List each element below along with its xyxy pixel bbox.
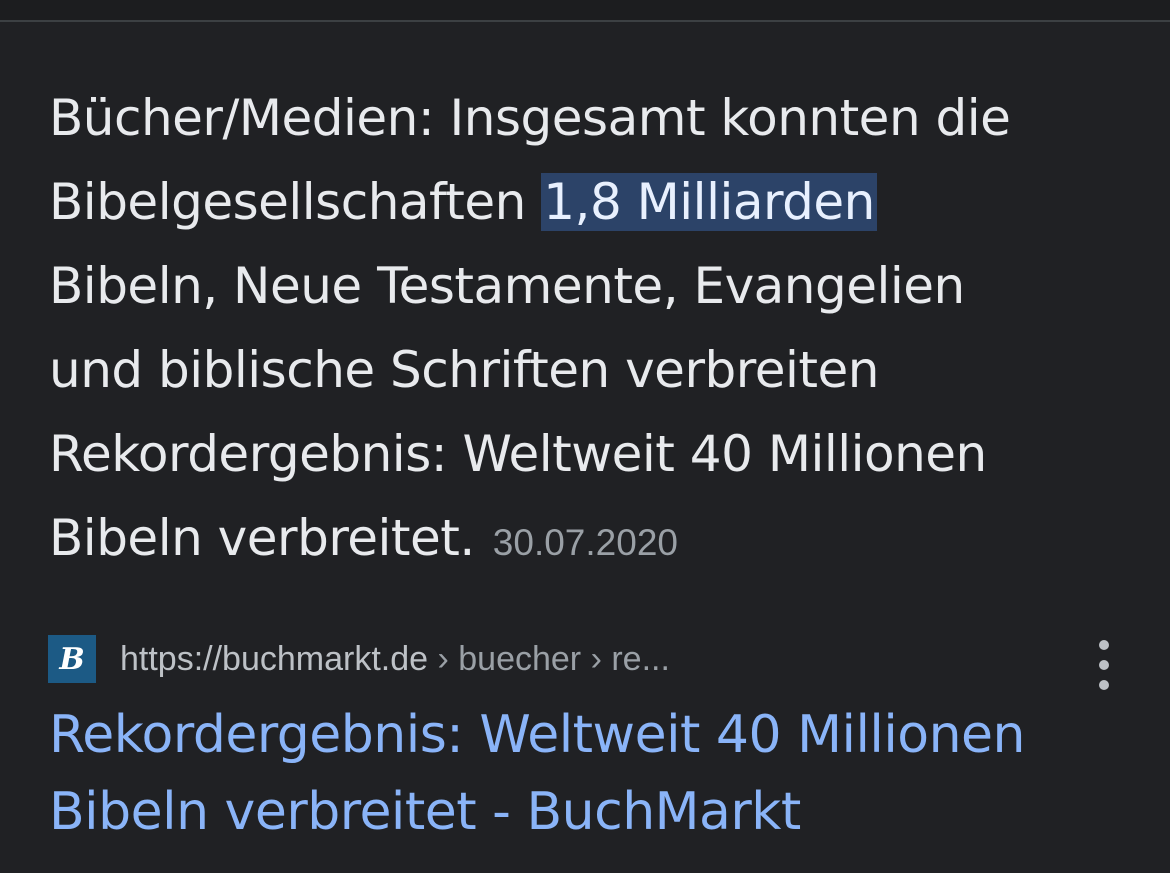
result-title-link[interactable]: Rekordergebnis: Weltweit 40 Millionen Bi… [49,697,1139,851]
snippet-highlight: 1,8 Milliarden [541,173,877,231]
more-vert-icon[interactable] [1089,640,1119,690]
snippet-line: Bücher/Medien: Insgesamt konnten die [49,89,1011,147]
snippet-text: Bibeln verbreitet. [49,509,475,567]
source-row[interactable]: B https://buchmarkt.de › buecher › re... [48,634,670,684]
snippet-line: Rekordergebnis: Weltweit 40 Millionen [49,425,987,483]
dot [1099,680,1109,690]
snippet-text: Bibelgesellschaften [49,173,542,231]
snippet-line: Bibeln, Neue Testamente, Evangelien [49,257,965,315]
top-divider [0,0,1170,22]
snippet-line: Bibelgesellschaften 1,8 Milliarden [49,160,1129,244]
snippet-date: 30.07.2020 [492,522,678,563]
result-title-line: Rekordergebnis: Weltweit 40 Millionen [49,705,1026,765]
source-domain: https://buchmarkt.de [120,639,429,678]
featured-snippet: Bücher/Medien: Insgesamt konnten die Bib… [49,76,1129,585]
source-breadcrumb: › buecher › re... [428,639,670,678]
result-title-line: Bibeln verbreitet - BuchMarkt [49,782,801,842]
buchmarkt-favicon-icon: B [48,635,96,683]
source-url[interactable]: https://buchmarkt.de › buecher › re... [120,640,670,679]
dot [1099,660,1109,670]
dot [1099,640,1109,650]
snippet-line: Bibeln verbreitet. 30.07.2020 [49,496,1129,585]
snippet-line: und biblische Schriften verbreiten [49,341,879,399]
